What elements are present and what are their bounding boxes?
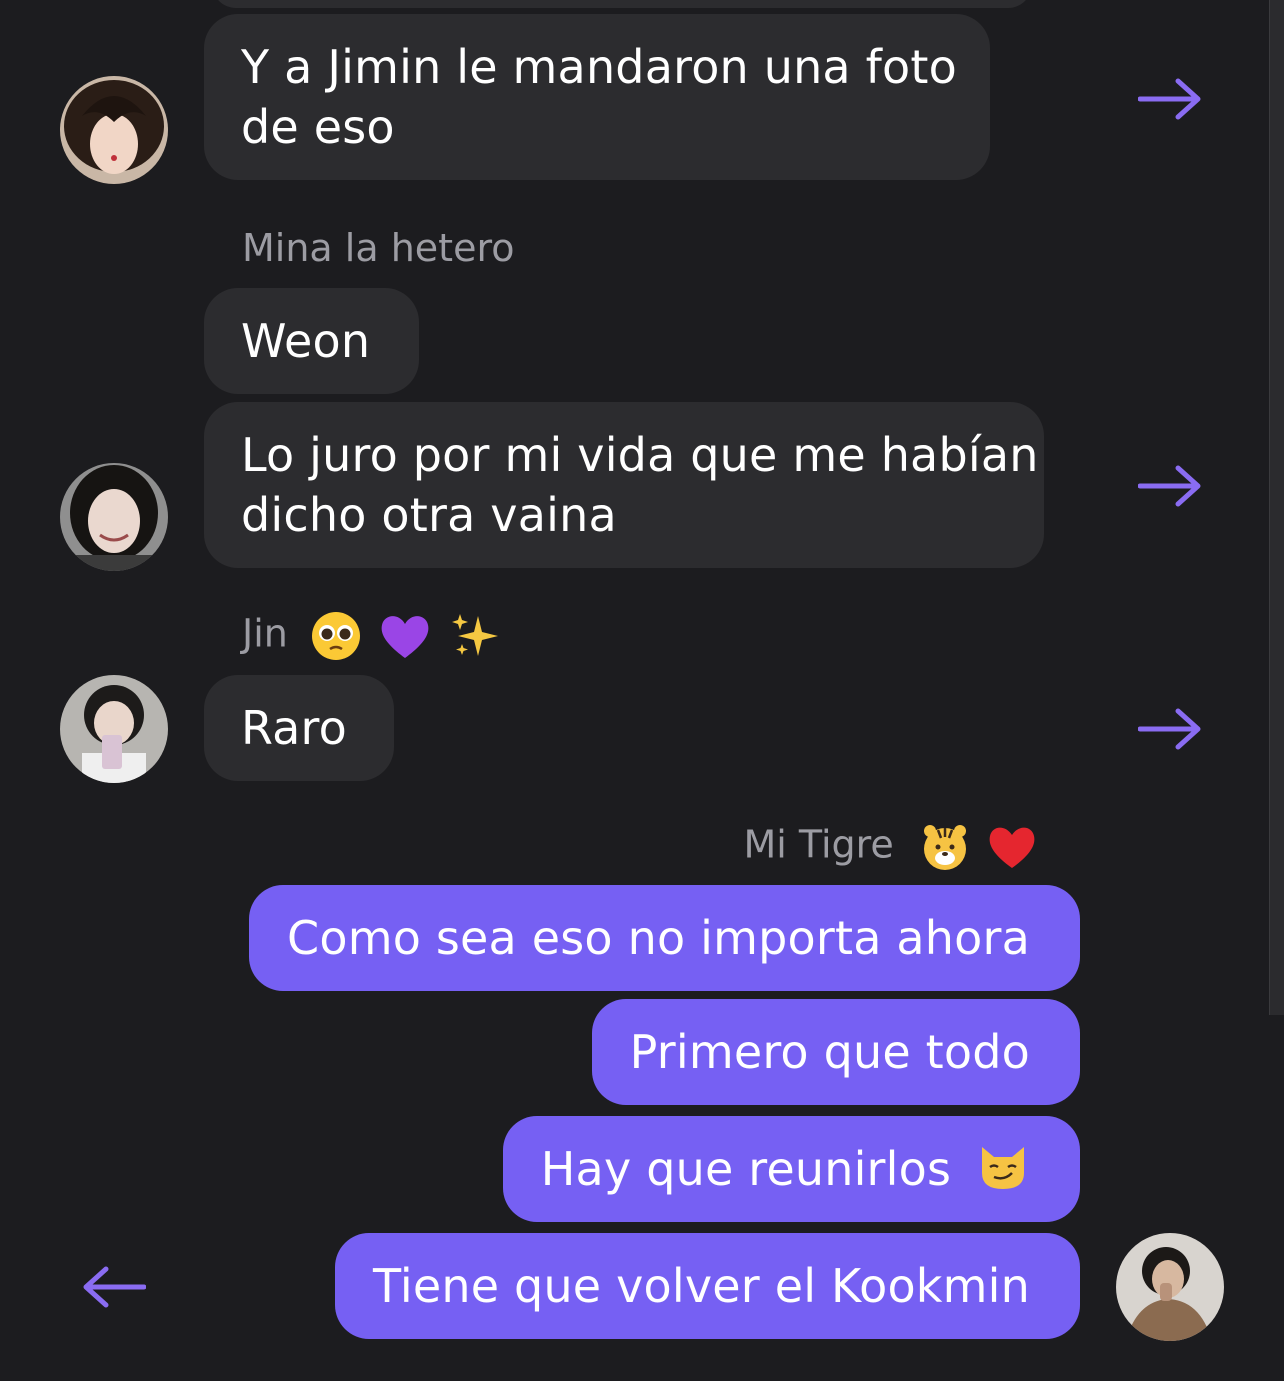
message-text: Como sea eso no importa ahora — [287, 911, 1030, 965]
message-text-line-1: Y a Jimin le mandaron una foto — [241, 40, 957, 94]
arrow-right-icon[interactable] — [1138, 707, 1202, 751]
avatar[interactable] — [60, 463, 168, 571]
avatar[interactable] — [60, 675, 168, 783]
message-text: Hay que reunirlos — [540, 1142, 952, 1196]
message-text-line-2: de eso — [241, 100, 395, 154]
sender-name-row: Mi Tigre — [744, 822, 1039, 872]
arrow-right-icon[interactable] — [1138, 77, 1202, 121]
scrollbar[interactable] — [1269, 0, 1284, 1015]
arrow-right-icon[interactable] — [1138, 464, 1202, 508]
message-bubble[interactable]: Primero que todo — [591, 999, 1080, 1105]
sender-name: Mina la hetero — [242, 226, 515, 270]
message-bubble[interactable]: Hay que reunirlos — [502, 1116, 1080, 1222]
arrow-left-icon[interactable] — [82, 1265, 146, 1309]
message-bubble[interactable]: Lo juro por mi vida que me habían dicho … — [204, 402, 1044, 568]
purple-heart-icon — [381, 616, 429, 658]
smirking-cat-icon — [982, 1147, 1024, 1189]
message-bubble[interactable]: Raro — [204, 675, 394, 781]
pleading-face-icon — [311, 612, 360, 660]
message-text: Raro — [241, 701, 347, 755]
red-heart-icon — [989, 827, 1035, 868]
avatar[interactable] — [60, 76, 168, 184]
tiger-face-icon — [923, 825, 966, 870]
message-text-line-1: Lo juro por mi vida que me habían — [241, 428, 1039, 482]
message-text: Weon — [241, 314, 371, 368]
message-bubble-partial — [212, 0, 1032, 8]
sender-name: Jin — [242, 611, 288, 656]
sender-name-row: Jin — [242, 610, 502, 662]
message-text-row: Hay que reunirlos — [541, 1139, 1030, 1199]
message-text: Tiene que volver el Kookmin — [373, 1259, 1030, 1313]
message-bubble[interactable]: Como sea eso no importa ahora — [249, 885, 1080, 991]
message-bubble[interactable]: Weon — [204, 288, 419, 394]
message-bubble[interactable]: Tiene que volver el Kookmin — [335, 1233, 1080, 1339]
message-text-line-2: dicho otra vaina — [241, 488, 617, 542]
message-bubble[interactable]: Y a Jimin le mandaron una foto de eso — [204, 14, 990, 180]
sparkles-icon — [452, 614, 499, 656]
message-text: Primero que todo — [629, 1025, 1030, 1079]
avatar[interactable] — [1116, 1233, 1224, 1341]
sender-name: Mi Tigre — [743, 822, 894, 867]
